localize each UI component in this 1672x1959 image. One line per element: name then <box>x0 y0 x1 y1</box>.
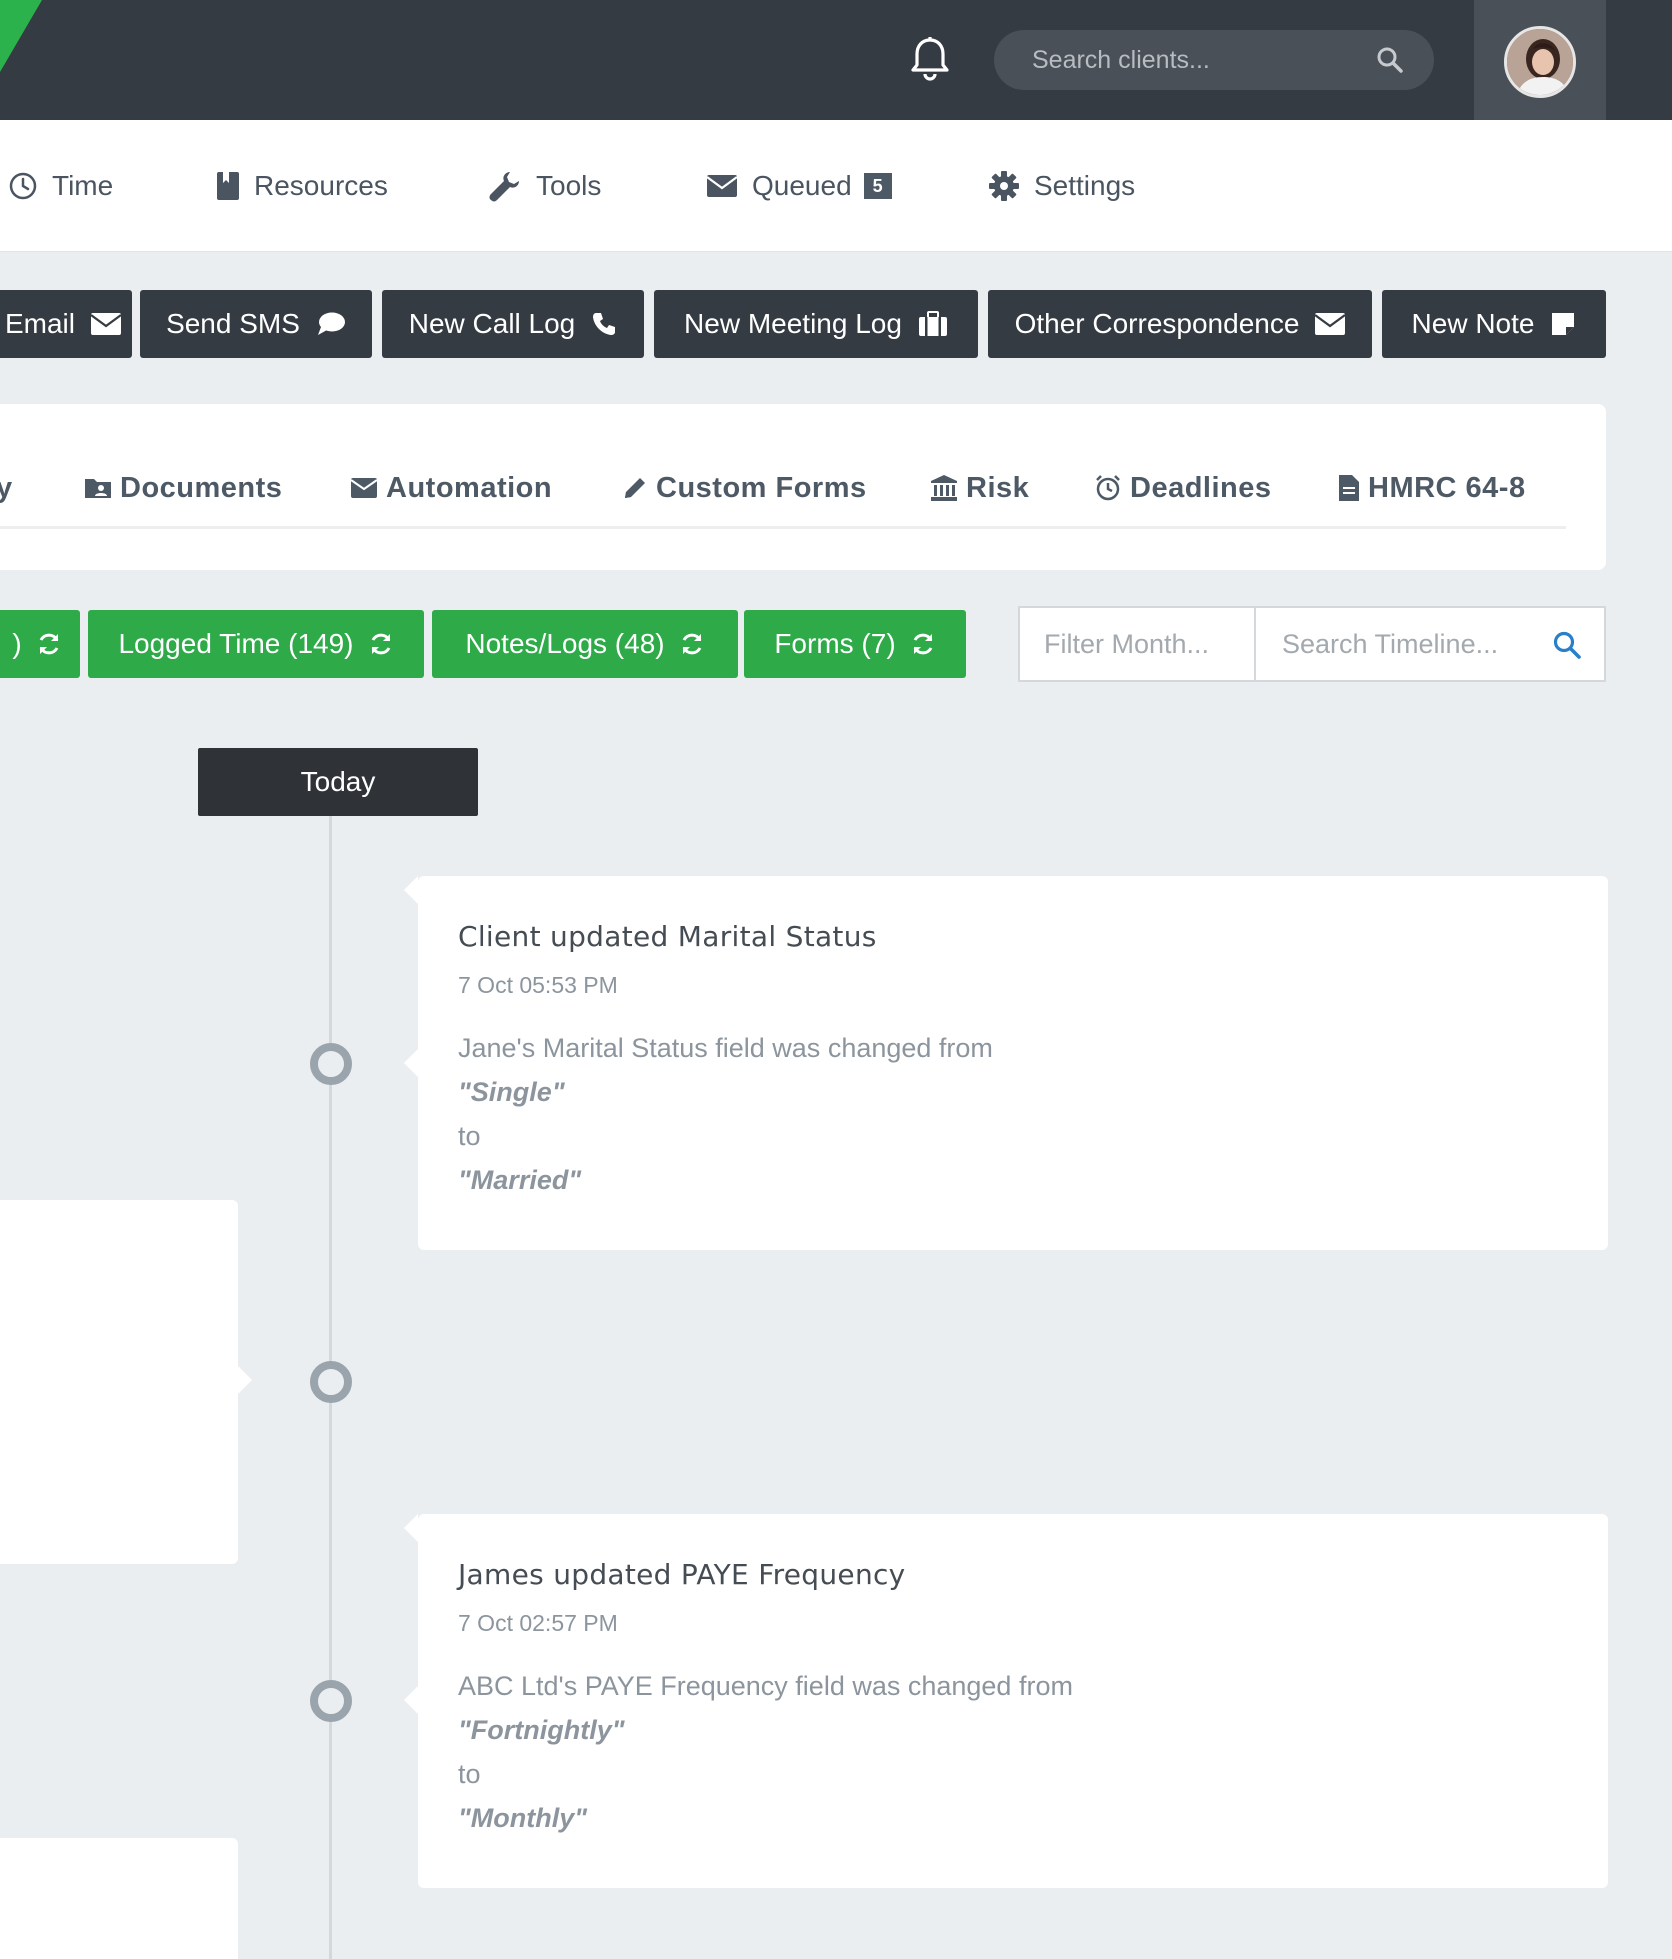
today-marker: Today <box>198 748 478 816</box>
record-tabs: y Documents Automation Custom Forms Risk… <box>0 404 1606 570</box>
card-pointer <box>238 1366 252 1394</box>
tab-deadlines[interactable]: Deadlines <box>1094 468 1272 508</box>
card-pointer <box>404 1049 418 1077</box>
filter-logged-time-button[interactable]: Logged Time (149) <box>88 610 424 678</box>
new-meeting-log-button[interactable]: New Meeting Log <box>654 290 978 358</box>
timeline-node <box>310 1680 352 1722</box>
search-icon[interactable] <box>1552 630 1582 660</box>
event-title: Client updated Marital Status <box>458 920 877 953</box>
filter-notes-logs-button[interactable]: Notes/Logs (48) <box>432 610 738 678</box>
event-body: ABC Ltd's PAYE Frequency field was chang… <box>458 1664 1073 1840</box>
filter-month-input[interactable] <box>1020 608 1256 680</box>
speech-bubble-icon <box>317 312 345 335</box>
main-nav: Time Resources Tools Queued 5 Settings <box>0 120 1672 252</box>
other-correspondence-button[interactable]: Other Correspondence <box>988 290 1372 358</box>
clock-icon <box>9 172 37 200</box>
folder-user-icon <box>85 479 111 498</box>
tab-underline <box>0 526 1566 529</box>
envelope-icon <box>706 175 738 197</box>
pencil-icon <box>625 478 645 498</box>
alarm-clock-icon <box>1096 475 1120 501</box>
gear-icon <box>989 171 1019 201</box>
nav-item-label: Queued <box>752 170 852 201</box>
event-to-label: to <box>458 1759 481 1789</box>
refresh-icon <box>913 633 932 655</box>
event-title: James updated PAYE Frequency <box>458 1558 906 1591</box>
nav-item-tools[interactable]: Tools <box>488 164 601 208</box>
nav-item-queued[interactable]: Queued 5 <box>706 164 892 208</box>
tab-hmrc-64-8[interactable]: HMRC 64-8 <box>1338 468 1526 508</box>
timeline-event-card: James updated PAYE Frequency 7 Oct 02:57… <box>404 1514 1608 1888</box>
tab-documents[interactable]: Documents <box>84 468 282 508</box>
timeline-event-card-left <box>0 1200 238 1564</box>
client-search <box>994 30 1434 90</box>
note-icon <box>1552 313 1575 335</box>
book-icon <box>217 172 239 200</box>
timeline-node <box>310 1361 352 1403</box>
event-description: Jane's Marital Status field was changed … <box>458 1033 993 1063</box>
nav-item-label: Settings <box>1034 170 1136 201</box>
timeline-node <box>310 1043 352 1085</box>
top-bar <box>0 0 1672 120</box>
tab-risk[interactable]: Risk <box>930 468 1029 508</box>
wrench-icon <box>489 172 519 202</box>
tab-custom-forms[interactable]: Custom Forms <box>622 468 867 508</box>
filter-activity-button[interactable]: ) <box>0 610 80 678</box>
timeline-filter-group <box>1018 606 1606 682</box>
search-timeline-input[interactable] <box>1258 608 1548 680</box>
email-button[interactable]: Email <box>0 290 132 358</box>
file-icon <box>1339 475 1359 501</box>
brand-logo-stripe <box>0 0 42 72</box>
event-description: ABC Ltd's PAYE Frequency field was chang… <box>458 1671 1073 1701</box>
send-sms-button[interactable]: Send SMS <box>140 290 372 358</box>
event-time: 7 Oct 05:53 PM <box>458 972 618 998</box>
event-to-label: to <box>458 1121 481 1151</box>
user-menu[interactable] <box>1474 0 1606 120</box>
filter-forms-button[interactable]: Forms (7) <box>744 610 966 678</box>
event-body: Jane's Marital Status field was changed … <box>458 1026 993 1202</box>
nav-item-resources[interactable]: Resources <box>216 164 388 208</box>
event-from-value: "Single" <box>458 1077 565 1107</box>
avatar[interactable] <box>1504 26 1576 98</box>
new-call-log-button[interactable]: New Call Log <box>382 290 644 358</box>
tab-activity[interactable]: y <box>0 468 13 508</box>
event-time: 7 Oct 02:57 PM <box>458 1610 618 1636</box>
card-pointer <box>404 1686 418 1714</box>
nav-item-label: Resources <box>254 170 388 201</box>
envelope-icon <box>350 478 378 498</box>
event-from-value: "Fortnightly" <box>458 1715 625 1745</box>
briefcase-icon <box>918 311 947 336</box>
refresh-icon <box>682 633 701 655</box>
client-search-input[interactable] <box>1032 30 1362 90</box>
event-to-value: "Married" <box>458 1165 582 1195</box>
refresh-icon <box>371 633 390 655</box>
nav-item-time[interactable]: Time <box>8 164 113 208</box>
bank-icon <box>931 475 957 501</box>
envelope-icon <box>91 313 121 335</box>
search-icon[interactable] <box>1376 46 1404 74</box>
envelope-icon <box>1315 313 1346 335</box>
new-note-button[interactable]: New Note <box>1382 290 1606 358</box>
queued-count-badge: 5 <box>863 173 892 199</box>
nav-item-settings[interactable]: Settings <box>988 164 1135 208</box>
refresh-icon <box>39 633 58 655</box>
phone-icon <box>593 313 616 335</box>
nav-item-label: Tools <box>536 170 602 201</box>
timeline-event-card-left <box>0 1838 238 1959</box>
timeline-event-card: .card.right:nth-of-type(1)::before{} Cli… <box>404 876 1608 1250</box>
nav-item-label: Time <box>52 170 114 201</box>
event-to-value: "Monthly" <box>458 1803 588 1833</box>
tab-automation[interactable]: Automation <box>350 468 552 508</box>
bell-icon[interactable] <box>908 36 952 82</box>
